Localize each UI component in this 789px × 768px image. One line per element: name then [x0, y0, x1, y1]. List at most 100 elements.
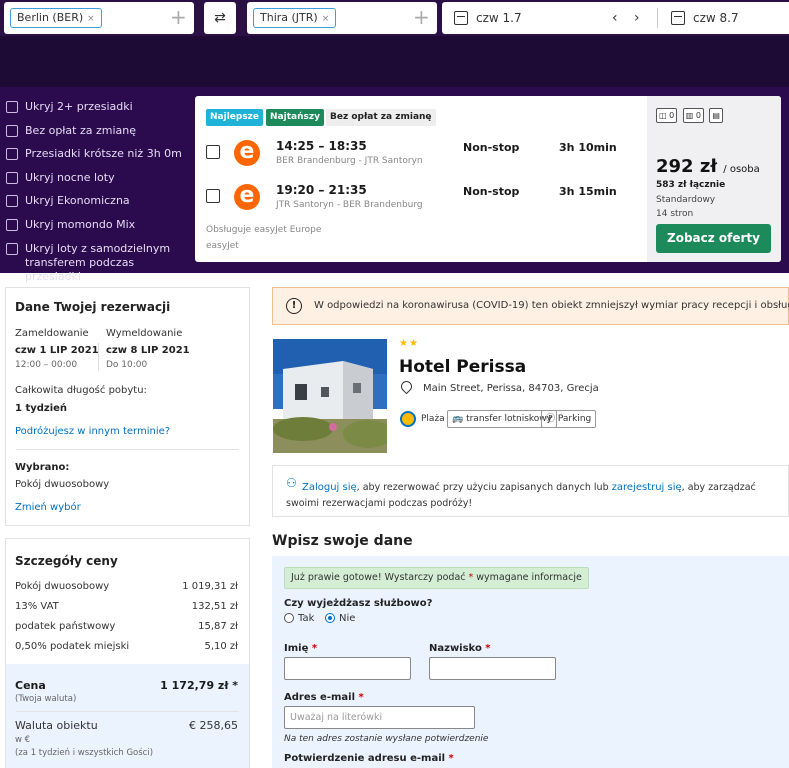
depart-date[interactable]: czw 1.7: [476, 2, 522, 34]
return-times: 19:20 – 21:35: [276, 183, 367, 197]
filter-hide-momondo-mix[interactable]: Ukryj momondo Mix: [6, 218, 192, 242]
parking-icon: Ⓟ: [546, 414, 558, 424]
origin-chip[interactable]: Berlin (BER) ×: [10, 8, 102, 28]
business-no-label[interactable]: Nie: [339, 613, 355, 624]
date-picker[interactable]: czw 1.7 ‹ › czw 8.7: [442, 2, 789, 34]
info-icon: !: [286, 298, 302, 314]
divider: [98, 343, 99, 371]
hotel-name: Hotel Perissa: [399, 357, 527, 377]
destination-chip[interactable]: Thira (JTR) ×: [253, 8, 337, 28]
business-yes-radio[interactable]: [284, 613, 294, 623]
remove-destination-icon[interactable]: ×: [322, 14, 330, 24]
filter-label: Ukryj loty z samodzielnym transferem pod…: [25, 241, 171, 283]
carry-on-bag-icon: ▥ 0: [682, 108, 704, 123]
filter-label: Ukryj momondo Mix: [25, 217, 136, 231]
add-destination-icon[interactable]: +: [413, 6, 430, 28]
facility-label: Parking: [557, 414, 592, 424]
last-name-input[interactable]: [429, 657, 556, 680]
email-label-text: Adres e-mail: [284, 692, 356, 703]
personal-item-icon: ◫ 0: [656, 108, 678, 123]
ready-message-text: wymagane informacje: [473, 572, 582, 583]
filter-short-layovers[interactable]: Przesiadki krótsze niż 3h 0m: [6, 147, 192, 171]
facility-parking: Ⓟ Parking: [541, 410, 597, 428]
swap-airports-button[interactable]: ⇄: [204, 2, 236, 34]
select-outbound-checkbox[interactable]: [206, 145, 220, 159]
checkbox[interactable]: [6, 218, 18, 231]
destination-field[interactable]: Thira (JTR) × +: [247, 2, 437, 34]
remove-origin-icon[interactable]: ×: [87, 14, 95, 24]
selected-label: Wybrano:: [15, 462, 70, 473]
email-input[interactable]: [284, 706, 475, 729]
checkout-time: Do 10:00: [106, 360, 148, 370]
outbound-stops: Non-stop: [463, 141, 520, 154]
first-name-input[interactable]: [284, 657, 411, 680]
filter-label: Przesiadki krótsze niż 3h 0m: [25, 147, 182, 161]
business-no-radio[interactable]: [325, 613, 335, 623]
return-stops: Non-stop: [463, 185, 520, 198]
hotel-stars: ★★: [399, 338, 419, 349]
email-label: Adres e-mail *: [284, 692, 364, 703]
required-mark: *: [448, 753, 454, 764]
price-row-label: Pokój dwuosobowy: [15, 581, 110, 592]
return-date[interactable]: czw 8.7: [693, 2, 739, 34]
filter-label: Ukryj nocne loty: [25, 170, 115, 184]
price-details-panel: Szczegóły ceny Pokój dwuosobowy 1 019,31 …: [5, 538, 250, 768]
filter-hide-night-flights[interactable]: Ukryj nocne loty: [6, 171, 192, 195]
select-return-checkbox[interactable]: [206, 189, 220, 203]
checkbox[interactable]: [6, 148, 18, 161]
origin-field[interactable]: Berlin (BER) × +: [4, 2, 194, 34]
checkout-label: Wymeldowanie: [106, 328, 183, 339]
price-total-box: Cena 1 172,79 zł * (Twoja waluta) Waluta…: [6, 664, 249, 768]
next-date-icon[interactable]: ›: [634, 2, 640, 34]
price-row-label: podatek państwowy: [15, 621, 116, 632]
per-person-label: / osoba: [723, 164, 760, 175]
checkbox[interactable]: [6, 171, 18, 184]
property-currency-label: Waluta obiektu: [15, 719, 98, 732]
filter-list: Ukryj 2+ przesiadki Bez opłat za zmianę …: [6, 100, 192, 283]
other-dates-link[interactable]: Podróżujesz w innym terminie?: [15, 426, 170, 437]
filter-hide-2-stops[interactable]: Ukryj 2+ przesiadki: [6, 100, 192, 124]
reservation-title: Dane Twojej rezerwacji: [15, 300, 171, 314]
outbound-duration: 3h 10min: [559, 141, 617, 154]
checkout-date: czw 8 LIP 2021: [106, 345, 190, 356]
price-row-value: 1 019,31 zł: [182, 581, 238, 592]
checkbox[interactable]: [6, 101, 18, 113]
last-name-label-text: Nazwisko: [429, 643, 482, 654]
register-link[interactable]: zarejestruj się: [612, 482, 682, 493]
change-selection-link[interactable]: Zmień wybór: [15, 502, 81, 513]
checkin-label: Zameldowanie: [15, 328, 89, 339]
prev-date-icon[interactable]: ‹: [612, 2, 618, 34]
sign-in-link[interactable]: Zaloguj się: [302, 482, 357, 493]
baggage-info: ◫ 0 ▥ 0 ▤: [656, 108, 725, 124]
business-yes-label[interactable]: Tak: [298, 613, 314, 624]
airline-name: easyJet: [206, 241, 239, 251]
ready-message: Już prawie gotowe! Wystarczy podać * wym…: [284, 567, 589, 589]
tag-best: Najlepsze: [206, 109, 264, 126]
calendar-icon: [454, 11, 468, 25]
filter-no-change-fees[interactable]: Bez opłat za zmianę: [6, 124, 192, 148]
last-name-label: Nazwisko *: [429, 643, 491, 654]
destination-chip-label: Thira (JTR): [260, 11, 318, 24]
operator-text: Obsługuje easyJet Europe: [206, 225, 322, 235]
price-column: ◫ 0 ▥ 0 ▤ 292 zł / osoba 583 zł łącznie …: [647, 96, 781, 262]
filter-hide-economy[interactable]: Ukryj Ekonomiczna: [6, 194, 192, 218]
outbound-route: BER Brandenburg - JTR Santoryn: [276, 156, 423, 166]
filter-hide-self-transfer[interactable]: Ukryj loty z samodzielnym transferem pod…: [6, 242, 192, 283]
login-text: , aby rezerwować przy użyciu zapisanych …: [356, 482, 612, 493]
property-currency-value: € 258,65: [189, 719, 238, 732]
add-origin-icon[interactable]: +: [170, 6, 187, 28]
checkbox[interactable]: [6, 242, 18, 255]
checkbox[interactable]: [6, 195, 18, 208]
location-pin-icon: [398, 378, 415, 395]
stay-value: 1 tydzień: [15, 403, 68, 414]
hotel-photo[interactable]: [273, 339, 387, 453]
flight-result-card[interactable]: Najlepsze Najtańszy Bez opłat za zmianę …: [195, 96, 781, 262]
email-confirm-label: Potwierdzenie adresu e-mail *: [284, 753, 454, 764]
price-total: 583 zł łącznie: [656, 180, 726, 190]
view-offers-button[interactable]: Zobacz oferty: [656, 224, 771, 253]
price-row: 13% VAT 132,51 zł: [15, 601, 238, 612]
price-value: 292 zł: [656, 156, 717, 177]
login-prompt-text: Zaloguj się, aby rezerwować przy użyciu …: [286, 480, 781, 512]
checkbox[interactable]: [6, 124, 18, 137]
beach-icon: [400, 411, 416, 427]
